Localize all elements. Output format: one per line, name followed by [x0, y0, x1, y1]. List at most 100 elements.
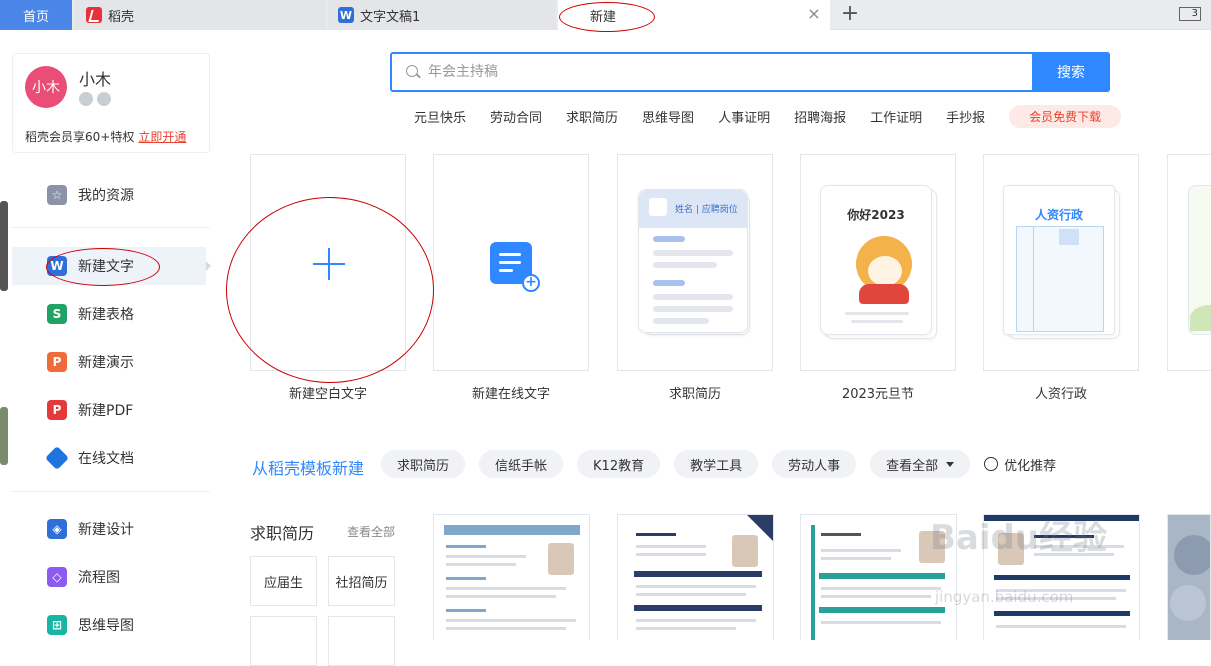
sidebar-item-new-slides[interactable]: P 新建演示 [12, 343, 206, 381]
caret-down-icon [946, 461, 955, 467]
user-badges [79, 92, 111, 106]
username: 小木 [79, 70, 112, 89]
category-box[interactable] [328, 616, 395, 666]
newyear-template-card[interactable]: 你好2023 [800, 154, 956, 371]
watermark-url: jingyan.baidu.com [935, 588, 1074, 606]
resume-label: 求职简历 [668, 387, 721, 402]
category-box[interactable]: 社招简历 [328, 556, 395, 606]
tab-home-label: 首页 [22, 9, 49, 25]
add-tab-icon[interactable]: + [840, 2, 860, 28]
sidebar-item-new-sheet[interactable]: S 新建表格 [12, 295, 206, 333]
vip-text: 稻壳会员享60+特权 [25, 130, 135, 144]
sidebar-item-label: 新建表格 [78, 307, 134, 323]
tab-new[interactable]: 新建 × [558, 0, 830, 30]
sidebar-item-label: 新建PDF [78, 403, 134, 419]
hot-tag[interactable]: 元旦快乐 [414, 107, 466, 126]
tab-daoke[interactable]: 稻壳 [74, 0, 326, 30]
w-doc-icon: W [47, 256, 67, 276]
window-count-icon[interactable]: 3 [1179, 7, 1201, 21]
hot-tag[interactable]: 求职简历 [566, 107, 618, 126]
chip[interactable]: 求职简历 [381, 450, 466, 478]
hot-tag[interactable]: 人事证明 [718, 107, 770, 126]
divider [12, 491, 210, 492]
chip[interactable]: 劳动人事 [772, 450, 857, 478]
tab-home[interactable]: 首页 [0, 0, 72, 30]
sidebar-item-label: 我的资源 [78, 188, 134, 204]
new-online-doc-card[interactable]: + [433, 154, 589, 371]
badge-icon [97, 92, 111, 106]
search-button[interactable]: 搜索 [1032, 52, 1110, 92]
vip-free-download-badge[interactable]: 会员免费下载 [1009, 104, 1122, 128]
search-box: 搜索 [390, 52, 1110, 92]
category-view-all-link[interactable]: 查看全部 [347, 523, 395, 540]
category-box[interactable]: 应届生 [250, 556, 317, 606]
tab-new-label: 新建 [590, 9, 617, 25]
new-online-doc-label: 新建在线文字 [471, 387, 550, 402]
resume-template-card[interactable]: 姓名 | 应聘岗位 [617, 154, 773, 371]
template-thumbnail[interactable] [1167, 514, 1211, 640]
tab-document-label: 文字文稿1 [360, 9, 421, 25]
design-icon: ◈ [47, 519, 67, 539]
category-box-label: 社招简历 [335, 575, 388, 591]
hr-template-card[interactable]: 人资行政 [983, 154, 1139, 371]
scroll-handle[interactable] [0, 201, 8, 291]
chip[interactable]: 教学工具 [674, 450, 759, 478]
divider [12, 227, 210, 228]
resume-preview: 姓名 | 应聘岗位 [638, 189, 748, 333]
sidebar-item-new-design[interactable]: ◈ 新建设计 [12, 510, 206, 548]
chip[interactable]: K12教育 [577, 450, 661, 478]
search-icon [406, 65, 418, 77]
chip-label: 教学工具 [690, 458, 743, 474]
vip-promo: 稻壳会员享60+特权 立即开通 [25, 128, 186, 145]
category-title: 求职简历 [250, 524, 315, 543]
sidebar-item-flowchart[interactable]: ◇ 流程图 [12, 558, 206, 596]
new-blank-doc-card[interactable] [250, 154, 406, 371]
hot-tag[interactable]: 工作证明 [870, 107, 922, 126]
hot-tag[interactable]: 思维导图 [642, 107, 694, 126]
category-box-label: 应届生 [263, 575, 303, 591]
newyear-preview: 你好2023 [820, 185, 932, 335]
resume-header: 姓名 | 应聘岗位 [639, 190, 747, 228]
chip[interactable]: 信纸手帐 [479, 450, 564, 478]
search-input[interactable] [428, 62, 1018, 82]
tab-document[interactable]: W 文字文稿1 [328, 0, 556, 30]
newyear-title: 你好2023 [847, 208, 905, 222]
template-section-title: 从稻壳模板新建 [252, 459, 365, 478]
tab-bar: 首页 稻壳 W 文字文稿1 新建 × + 3 [0, 0, 1211, 30]
partial-template-card[interactable] [1167, 154, 1211, 371]
sidebar-item-label: 新建文字 [78, 259, 134, 275]
pdf-icon: P [47, 400, 67, 420]
view-all-label: 查看全部 [886, 458, 939, 474]
template-thumbnail[interactable] [617, 514, 774, 640]
sidebar-item-my-resources[interactable]: ☆ 我的资源 [12, 176, 206, 214]
hot-tag[interactable]: 劳动合同 [490, 107, 542, 126]
badge-icon [79, 92, 93, 106]
star-icon: ☆ [47, 185, 67, 205]
sidebar-item-online-doc[interactable]: 在线文档 [12, 439, 206, 477]
newyear-label: 2023元旦节 [841, 387, 915, 402]
view-all-dropdown[interactable]: 查看全部 [870, 450, 971, 478]
sidebar-item-label: 新建演示 [78, 355, 134, 371]
new-blank-doc-label: 新建空白文字 [288, 387, 367, 402]
hot-tag[interactable]: 招聘海报 [794, 107, 846, 126]
sidebar-item-label: 在线文档 [78, 451, 134, 467]
s-sheet-icon: S [47, 304, 67, 324]
scroll-handle[interactable] [0, 407, 8, 465]
sidebar-item-mindmap[interactable]: ⊞ 思维导图 [12, 606, 206, 644]
smile-icon [984, 457, 999, 471]
hot-tag[interactable]: 手抄报 [946, 107, 985, 126]
sidebar-item-label: 思维导图 [78, 618, 134, 634]
optimize-recommend[interactable]: 优化推荐 [984, 455, 1056, 474]
close-icon[interactable]: × [806, 6, 822, 22]
chip-label: 求职简历 [397, 458, 450, 474]
avatar-text: 小木 [32, 80, 60, 96]
vip-open-link[interactable]: 立即开通 [138, 130, 186, 144]
sidebar-item-new-writer[interactable]: W 新建文字 [12, 247, 206, 285]
window-count: 3 [1191, 8, 1198, 19]
sidebar-item-new-pdf[interactable]: P 新建PDF [12, 391, 206, 429]
category-box[interactable] [250, 616, 317, 666]
flowchart-icon: ◇ [47, 567, 67, 587]
avatar[interactable]: 小木 [25, 66, 67, 108]
template-thumbnail[interactable] [433, 514, 590, 640]
tab-daoke-label: 稻壳 [108, 9, 135, 25]
